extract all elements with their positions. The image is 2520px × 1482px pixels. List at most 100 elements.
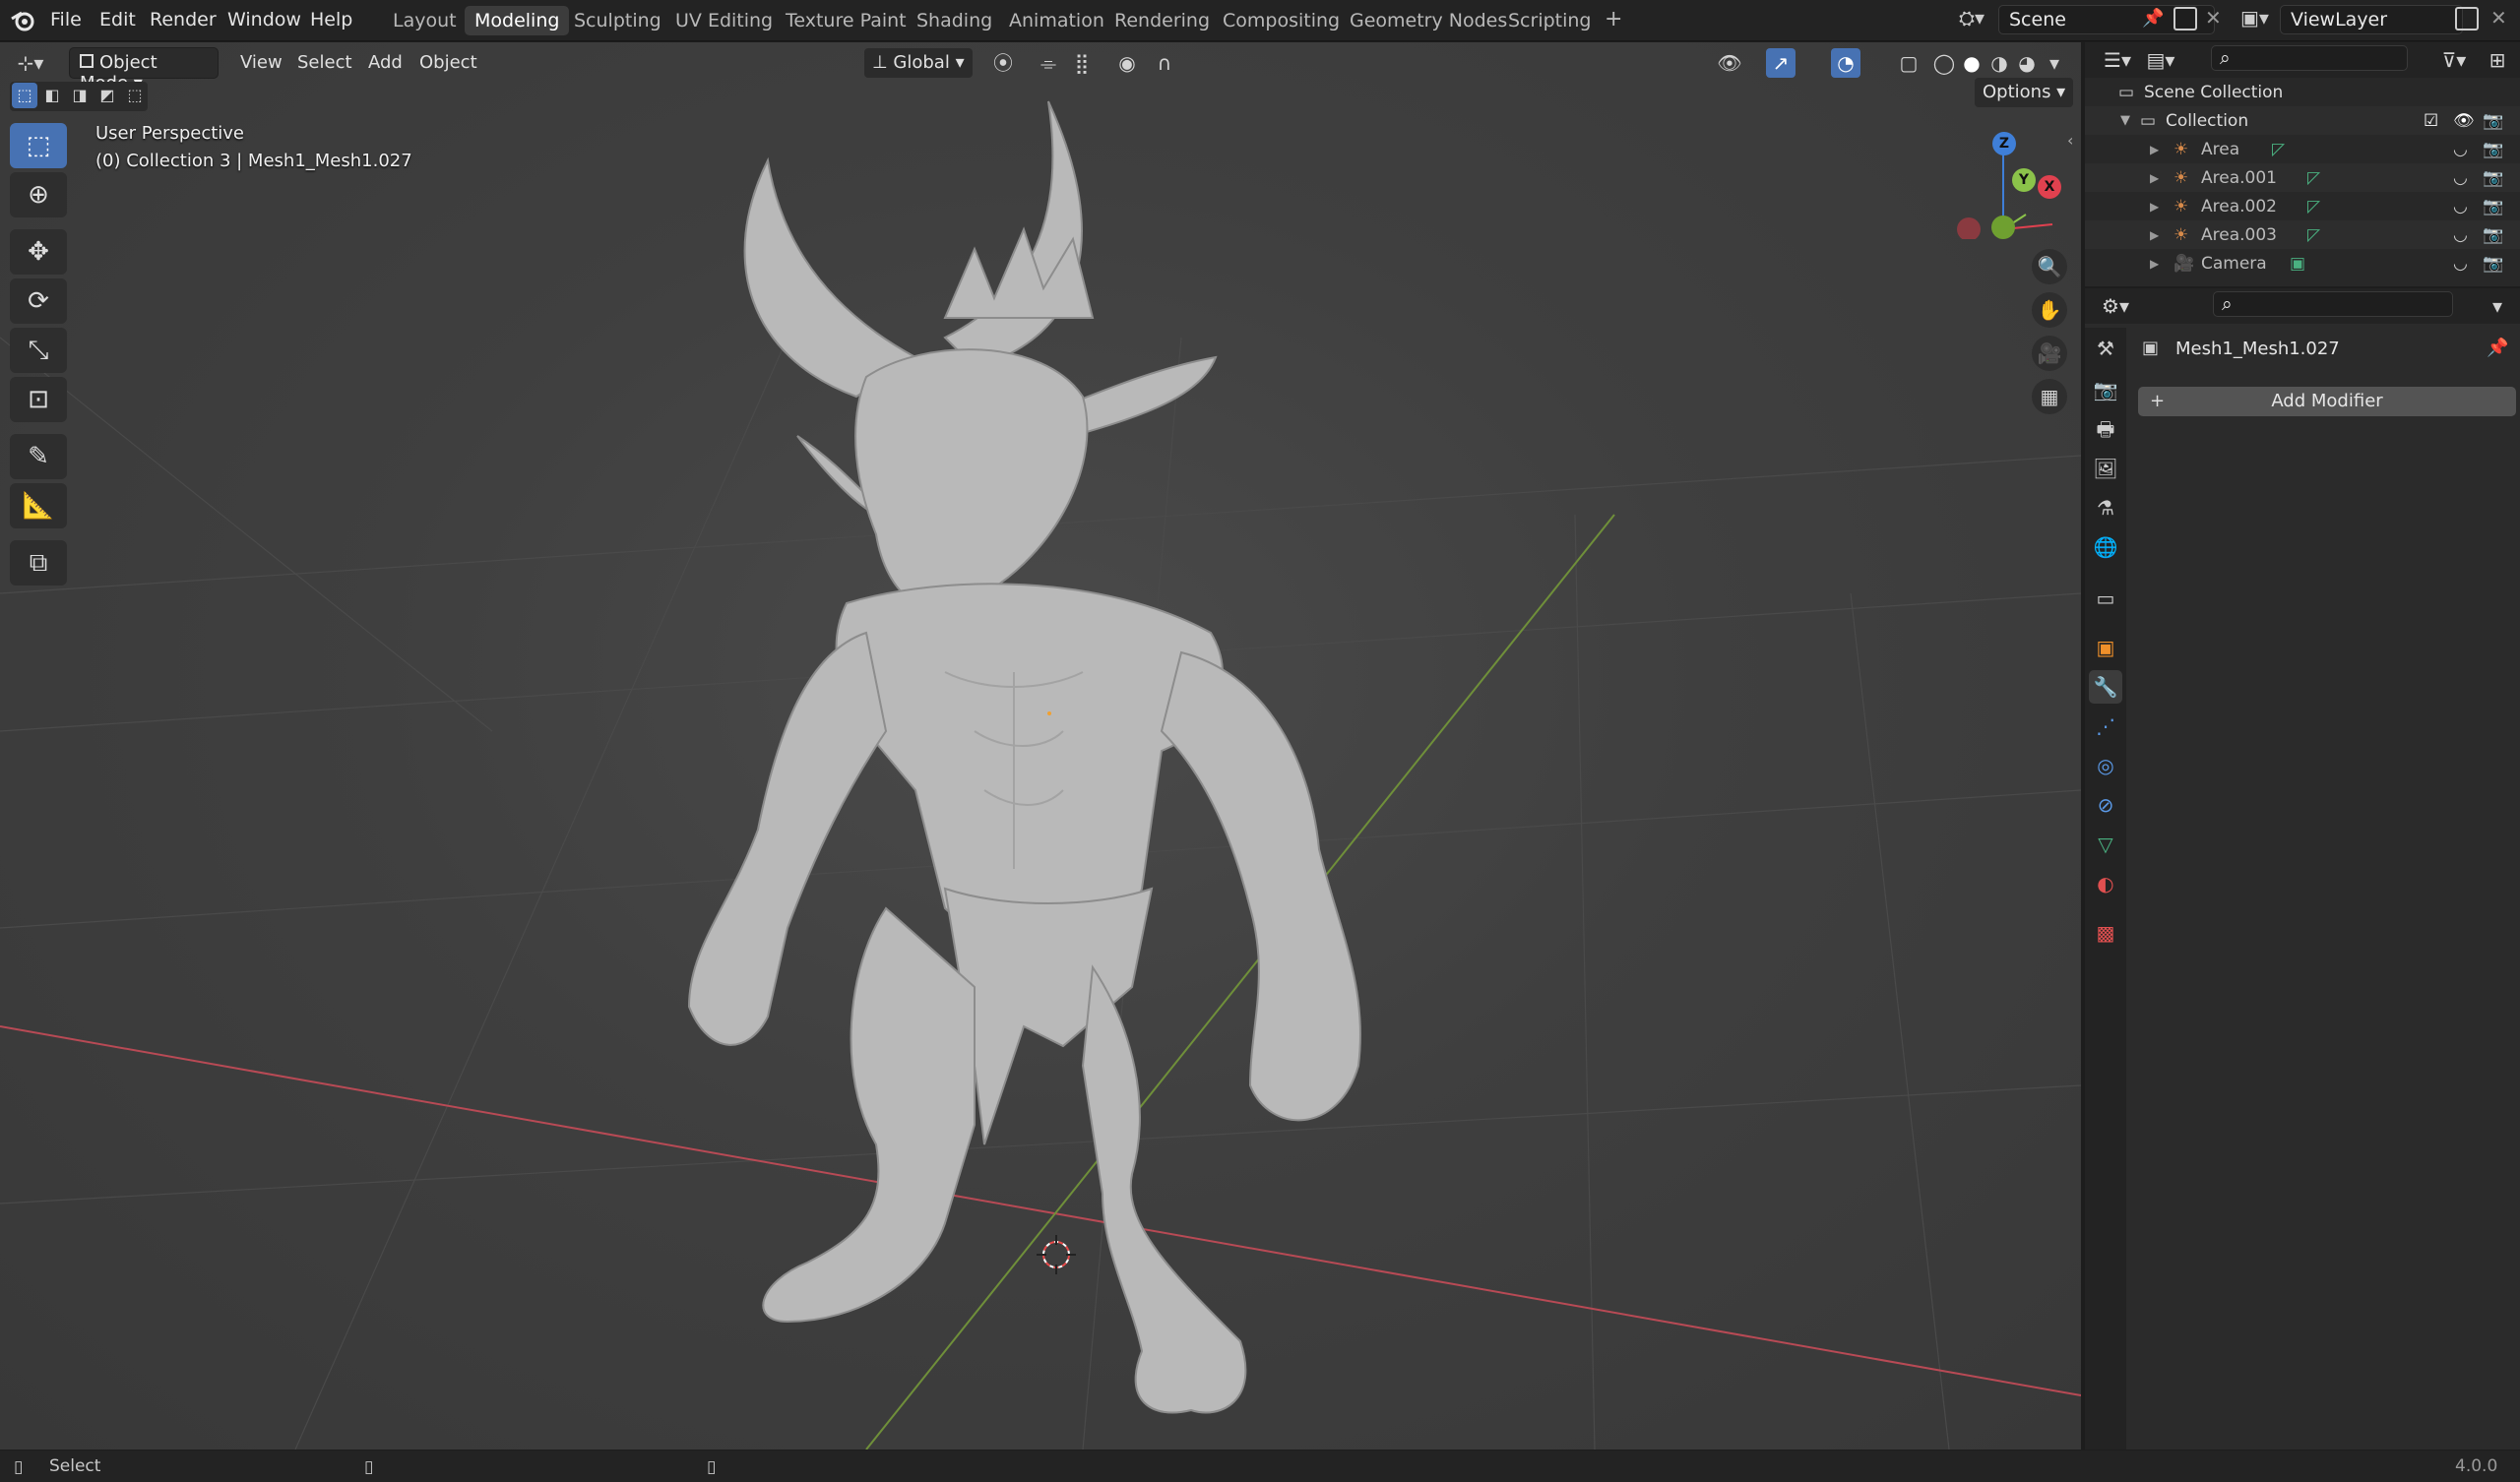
view-layer-field[interactable]: ViewLayer bbox=[2280, 5, 2463, 34]
gizmo-y-axis[interactable]: Y bbox=[2012, 168, 2036, 192]
modifier-tab-icon[interactable]: 🔧 bbox=[2089, 670, 2122, 704]
pivot-point-icon[interactable]: ⦿ bbox=[988, 48, 1018, 78]
expand-icon[interactable]: ▶ bbox=[2150, 257, 2159, 271]
menu-file[interactable]: File bbox=[50, 9, 82, 31]
tab-scripting[interactable]: Scripting bbox=[1498, 6, 1602, 35]
tool-tab-icon[interactable]: ⚒ bbox=[2089, 332, 2122, 365]
outliner-row-area-001[interactable]: ▶ ☀ Area.001 ◸ ◡ 📷 bbox=[2085, 163, 2520, 192]
xray-toggle-icon[interactable]: ▢ bbox=[1894, 48, 1923, 78]
expand-icon[interactable]: ▼ bbox=[2120, 113, 2130, 128]
expand-icon[interactable]: ▶ bbox=[2150, 228, 2159, 242]
material-tab-icon[interactable]: ◐ bbox=[2089, 867, 2122, 900]
view-layer-selector-icon[interactable]: ▣▾ bbox=[2240, 6, 2269, 30]
select-subtract-icon[interactable]: ◨ bbox=[67, 83, 93, 108]
new-view-layer-icon[interactable] bbox=[2455, 7, 2479, 31]
scale-tool-icon[interactable]: ⤡ bbox=[10, 328, 67, 373]
scene-selector-icon[interactable]: ⛭▾ bbox=[1959, 6, 1998, 35]
hide-icon[interactable]: ◡ bbox=[2453, 197, 2468, 216]
properties-search-input[interactable]: ⌕ bbox=[2213, 291, 2453, 317]
zoom-icon[interactable]: 🔍 bbox=[2032, 249, 2067, 284]
outliner-row-area[interactable]: ▶ ☀ Area ◸ ◡ 📷 bbox=[2085, 135, 2520, 163]
menu-render[interactable]: Render bbox=[150, 9, 217, 31]
world-tab-icon[interactable]: 🌐 bbox=[2089, 530, 2122, 564]
outliner-row-camera[interactable]: ▶ 🎥 Camera ▣ ◡ 📷 bbox=[2085, 249, 2520, 278]
blender-logo-icon[interactable] bbox=[10, 9, 35, 32]
render-camera-icon[interactable]: 📷 bbox=[2483, 254, 2503, 274]
add-cube-tool-icon[interactable]: ⧉ bbox=[10, 540, 67, 586]
shading-options-icon[interactable]: ▾ bbox=[2040, 48, 2069, 78]
render-camera-icon[interactable]: 📷 bbox=[2483, 168, 2503, 188]
gizmo-neg-x[interactable] bbox=[1957, 217, 1981, 239]
eye-icon[interactable]: 👁 bbox=[2453, 111, 2475, 131]
outliner-row-area-002[interactable]: ▶ ☀ Area.002 ◸ ◡ 📷 bbox=[2085, 192, 2520, 220]
3d-cursor[interactable] bbox=[1037, 1235, 1076, 1274]
render-camera-icon[interactable]: 📷 bbox=[2483, 111, 2503, 131]
tab-compositing[interactable]: Compositing bbox=[1213, 6, 1350, 35]
particles-tab-icon[interactable]: ⋰ bbox=[2089, 710, 2122, 743]
mode-dropdown[interactable]: Object Mode ▾ bbox=[69, 47, 219, 93]
measure-tool-icon[interactable]: 📐 bbox=[10, 483, 67, 528]
select-box-tool-icon[interactable]: ⬚ bbox=[10, 123, 67, 168]
scene-tab-icon[interactable]: ⚗ bbox=[2089, 491, 2122, 525]
transform-tool-icon[interactable]: ⊡ bbox=[10, 377, 67, 422]
render-camera-icon[interactable]: 📷 bbox=[2483, 140, 2503, 159]
tab-texture-paint[interactable]: Texture Paint bbox=[776, 6, 916, 35]
properties-editor-type-icon[interactable]: ⚙▾ bbox=[2101, 291, 2130, 321]
menu-edit[interactable]: Edit bbox=[99, 9, 136, 31]
menu-add[interactable]: Add bbox=[360, 48, 410, 78]
cursor-tool-icon[interactable]: ⊕ bbox=[10, 172, 67, 217]
tab-layout[interactable]: Layout bbox=[383, 6, 467, 35]
properties-options-icon[interactable]: ▾ bbox=[2483, 291, 2512, 321]
tab-sculpting[interactable]: Sculpting bbox=[564, 6, 671, 35]
texture-tab-icon[interactable]: ▩ bbox=[2089, 916, 2122, 950]
options-dropdown[interactable]: Options ▾ bbox=[1975, 78, 2074, 107]
add-modifier-button[interactable]: + Add Modifier bbox=[2138, 387, 2516, 416]
perspective-toggle-icon[interactable]: ▦ bbox=[2032, 379, 2067, 414]
gizmo-x-axis[interactable]: X bbox=[2038, 175, 2061, 199]
tab-modeling[interactable]: Modeling bbox=[465, 6, 570, 35]
render-tab-icon[interactable]: 📷 bbox=[2089, 373, 2122, 406]
data-tab-icon[interactable]: ▽ bbox=[2089, 828, 2122, 861]
tab-geometry-nodes[interactable]: Geometry Nodes bbox=[1340, 6, 1517, 35]
select-box-new-icon[interactable]: ⬚ bbox=[12, 83, 37, 108]
delete-scene-icon[interactable]: ✕ bbox=[2205, 6, 2222, 30]
new-scene-icon[interactable] bbox=[2174, 7, 2197, 31]
sidebar-toggle-icon[interactable]: ‹ bbox=[2067, 131, 2073, 150]
expand-icon[interactable]: ▶ bbox=[2150, 171, 2159, 185]
display-mode-icon[interactable]: ▤▾ bbox=[2146, 45, 2175, 75]
visibility-icon[interactable]: 👁 bbox=[1715, 48, 1744, 78]
wireframe-shading-icon[interactable]: ◯ bbox=[1929, 48, 1959, 78]
filter-icon[interactable]: ⊽▾ bbox=[2439, 45, 2469, 75]
menu-select[interactable]: Select bbox=[289, 48, 360, 78]
hide-icon[interactable]: ◡ bbox=[2453, 168, 2468, 188]
menu-help[interactable]: Help bbox=[310, 9, 352, 31]
gizmo-z-axis[interactable]: Z bbox=[1992, 132, 2016, 155]
object-tab-icon[interactable]: ▣ bbox=[2089, 631, 2122, 664]
pan-hand-icon[interactable]: ✋ bbox=[2032, 292, 2067, 328]
collection-tab-icon[interactable]: ▭ bbox=[2089, 582, 2122, 615]
falloff-icon[interactable]: ∩ bbox=[1150, 48, 1179, 78]
add-workspace-button[interactable]: + bbox=[1595, 3, 1632, 32]
menu-view[interactable]: View bbox=[232, 48, 290, 78]
constraints-tab-icon[interactable]: ⊘ bbox=[2089, 788, 2122, 822]
menu-object[interactable]: Object bbox=[411, 48, 485, 78]
menu-window[interactable]: Window bbox=[227, 9, 301, 31]
outliner-row-area-003[interactable]: ▶ ☀ Area.003 ◸ ◡ 📷 bbox=[2085, 220, 2520, 249]
overlay-toggle-icon[interactable]: ◔ bbox=[1831, 48, 1860, 78]
tab-shading[interactable]: Shading bbox=[907, 6, 1002, 35]
tab-animation[interactable]: Animation bbox=[999, 6, 1114, 35]
select-extend-icon[interactable]: ◧ bbox=[39, 83, 65, 108]
editor-type-icon[interactable]: ⊹▾ bbox=[16, 48, 45, 78]
demon-mesh[interactable] bbox=[687, 100, 1361, 1414]
pin-icon[interactable]: 📌 bbox=[2142, 8, 2164, 29]
transform-orientation-dropdown[interactable]: ⊥ Global ▾ bbox=[864, 48, 973, 78]
tab-rendering[interactable]: Rendering bbox=[1104, 6, 1220, 35]
snap-toggle-icon[interactable]: ⌯ bbox=[1034, 48, 1063, 78]
hide-icon[interactable]: ◡ bbox=[2453, 140, 2468, 159]
output-tab-icon[interactable]: 🖶 bbox=[2089, 412, 2122, 446]
render-camera-icon[interactable]: 📷 bbox=[2483, 197, 2503, 216]
outliner-row-scene-collection[interactable]: ▭ Scene Collection bbox=[2085, 78, 2520, 106]
rotate-tool-icon[interactable]: ⟳ bbox=[10, 278, 67, 324]
tab-uv-editing[interactable]: UV Editing bbox=[665, 6, 783, 35]
snap-target-icon[interactable]: ⣿ bbox=[1067, 48, 1097, 78]
